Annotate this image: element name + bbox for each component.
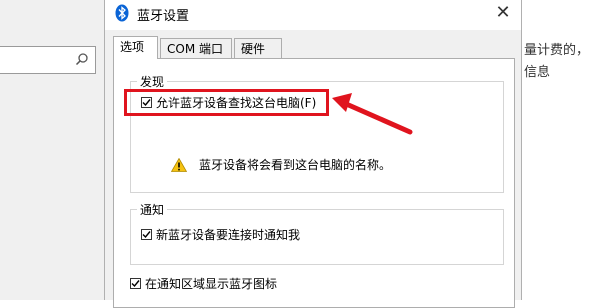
bluetooth-settings-dialog: 蓝牙设置 ✕ 选项 COM 端口 硬件 发现 允许蓝牙设备查找这台电脑(F) 蓝… — [104, 0, 522, 308]
notifications-group: 通知 新蓝牙设备要连接时通知我 — [130, 201, 504, 265]
title-bar[interactable]: 蓝牙设置 ✕ — [105, 0, 521, 30]
notify-new-device-checkbox[interactable] — [141, 229, 152, 240]
show-tray-icon-checkbox[interactable] — [130, 278, 141, 289]
tab-com-ports[interactable]: COM 端口 — [160, 38, 232, 58]
annotation-arrow — [332, 93, 413, 135]
annotation-highlight-box — [124, 89, 329, 116]
notifications-group-legend: 通知 — [137, 201, 168, 218]
warning-text: 蓝牙设备将会看到这台电脑的名称。 — [199, 158, 392, 172]
discovery-group-legend: 发现 — [137, 73, 168, 90]
close-button[interactable]: ✕ — [493, 2, 513, 23]
checkmark-icon — [142, 231, 151, 239]
notify-new-device-row[interactable]: 新蓝牙设备要连接时通知我 — [141, 226, 300, 243]
settings-background-text: 量计费的，信息 — [524, 43, 590, 80]
dialog-title: 蓝牙设置 — [137, 9, 190, 24]
settings-search-input[interactable] — [0, 46, 96, 74]
show-tray-icon-label: 在通知区域显示蓝牙图标 — [145, 277, 278, 291]
tab-options[interactable]: 选项 — [113, 36, 158, 59]
bluetooth-icon — [115, 4, 129, 22]
notify-new-device-label: 新蓝牙设备要连接时通知我 — [156, 228, 301, 242]
tab-hardware[interactable]: 硬件 — [234, 38, 282, 58]
checkmark-icon — [131, 280, 140, 288]
discovery-warning: 蓝牙设备将会看到这台电脑的名称。 — [170, 156, 392, 173]
settings-sidebar — [0, 0, 104, 300]
show-tray-icon-row[interactable]: 在通知区域显示蓝牙图标 — [130, 275, 277, 292]
warning-icon — [170, 157, 188, 172]
search-icon — [75, 52, 89, 66]
